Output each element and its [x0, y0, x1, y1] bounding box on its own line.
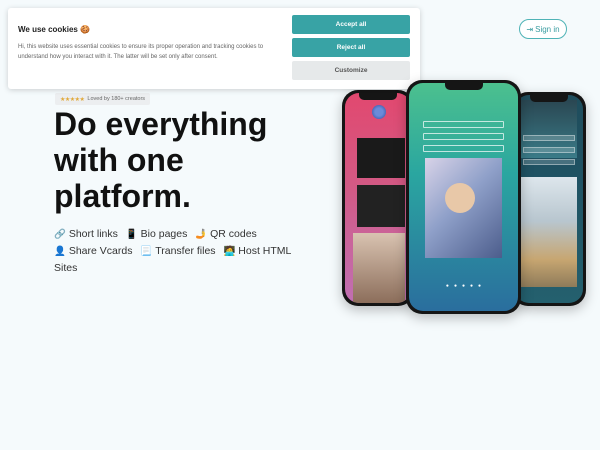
cookie-title: We use cookies 🍪	[18, 25, 91, 34]
social-icon: ●	[453, 283, 457, 289]
rating-badge: ★★★★★ Loved by 180+ creators	[55, 93, 151, 105]
landscape-image	[521, 177, 577, 287]
social-icon: ●	[461, 283, 466, 289]
phone-mockup-left	[342, 90, 414, 306]
reject-all-button[interactable]: Reject all	[292, 38, 410, 57]
feature-transfer-files: 📃 Transfer files	[140, 245, 216, 257]
feature-bio-pages: 📱 Bio pages	[125, 228, 188, 240]
image-card	[425, 158, 502, 258]
cookie-banner: We use cookies 🍪 Hi, this website uses e…	[8, 8, 420, 89]
selfie-icon: 🤳	[195, 229, 208, 240]
phone-icon: 📱	[125, 229, 138, 240]
phone-mockup-right	[512, 92, 586, 306]
feature-vcards: 👤 Share Vcards	[54, 245, 133, 257]
signin-label: Sign in	[535, 24, 560, 34]
hero-title-line2: with one	[54, 142, 184, 178]
rating-text: Loved by 180+ creators	[87, 96, 146, 102]
signin-button[interactable]: ⇥ Sign in	[519, 19, 567, 39]
hero-title: Do everything with one platform.	[54, 106, 334, 214]
embed-block	[357, 138, 405, 178]
photo-block	[353, 233, 405, 303]
phone-mockup-center: ● ● ● ● ●	[406, 80, 521, 314]
avatar	[372, 105, 386, 119]
technologist-icon: 🧑‍💻	[223, 246, 236, 257]
cookie-text: Hi, this website uses essential cookies …	[18, 44, 264, 60]
feature-short-links: 🔗 Short links	[54, 228, 118, 240]
rating-stars: ★★★★★	[60, 96, 85, 103]
embed-block	[357, 185, 405, 227]
hero-title-line1: Do everything	[54, 106, 268, 142]
social-icon: ●	[470, 283, 474, 289]
social-icon: ●	[445, 283, 449, 289]
login-icon: ⇥	[526, 24, 534, 34]
cookie-icon: 🍪	[80, 25, 91, 34]
hero-title-line3: platform.	[54, 178, 191, 214]
social-icon: ●	[478, 283, 482, 289]
feature-list: 🔗 Short links 📱 Bio pages 🤳 QR codes 👤 Share…	[54, 226, 314, 276]
customize-button[interactable]: Customize	[292, 61, 410, 80]
person-icon: 👤	[54, 246, 66, 257]
feature-qr-codes: 🤳 QR codes	[195, 228, 257, 240]
link-icon: 🔗	[54, 229, 66, 240]
social-icons: ● ● ● ● ●	[409, 283, 518, 289]
document-icon: 📃	[140, 246, 153, 257]
accept-all-button[interactable]: Accept all	[292, 15, 410, 34]
